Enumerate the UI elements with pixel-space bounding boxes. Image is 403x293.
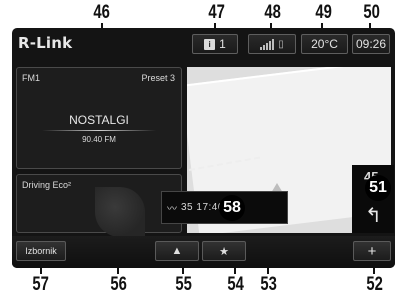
route-icon: 〰 bbox=[167, 204, 177, 215]
battery-icon: ▯ bbox=[278, 38, 284, 50]
message-icon: i bbox=[204, 38, 216, 50]
radio-preset: Preset 3 bbox=[141, 73, 175, 83]
callout-47: 47 bbox=[208, 2, 225, 23]
callout-50: 50 bbox=[363, 2, 380, 23]
signal-strength-icon bbox=[260, 38, 275, 50]
messages-count: 1 bbox=[219, 37, 226, 51]
favorites-button[interactable]: ★ bbox=[202, 241, 246, 261]
add-button[interactable]: + bbox=[353, 241, 391, 261]
menu-button[interactable]: Izbornik bbox=[16, 241, 66, 261]
turn-left-icon: ↰ bbox=[365, 205, 382, 227]
clock-status: 09:26 bbox=[352, 34, 390, 54]
radio-station-name: NOSTALGI bbox=[69, 113, 129, 127]
star-icon: ★ bbox=[219, 245, 229, 258]
radio-widget[interactable]: FM1 Preset 3 NOSTALGI 90.40 FM bbox=[16, 67, 182, 169]
plus-icon: + bbox=[367, 242, 377, 260]
navigation-arrow-icon: ▲ bbox=[171, 245, 183, 257]
messages-status-button[interactable]: i 1 bbox=[192, 34, 238, 54]
clock-value: 09:26 bbox=[355, 37, 387, 51]
eco-leaf-icon bbox=[95, 187, 145, 237]
temperature-value: 20°C bbox=[311, 37, 338, 51]
radio-divider bbox=[42, 130, 156, 131]
radio-band: FM1 bbox=[22, 73, 40, 83]
driving-eco-label: Driving Eco² bbox=[22, 180, 72, 190]
callout-49: 49 bbox=[315, 2, 332, 23]
callout-53: 53 bbox=[260, 274, 277, 293]
callout-46: 46 bbox=[93, 2, 110, 23]
driving-eco-widget[interactable]: Driving Eco² bbox=[16, 174, 182, 237]
callout-54: 54 bbox=[227, 274, 244, 293]
phone-status-button[interactable]: ▯ bbox=[248, 34, 296, 54]
callout-48: 48 bbox=[264, 2, 281, 23]
rlink-screen: R-Link i 1 ▯ 20°C 09:26 FM1 Preset 3 NOS… bbox=[12, 28, 395, 268]
navigation-button[interactable]: ▲ bbox=[155, 241, 199, 261]
callout-55: 55 bbox=[175, 274, 192, 293]
callout-57: 57 bbox=[32, 274, 49, 293]
eta-text: 35 17:40 bbox=[181, 202, 224, 213]
menu-button-label: Izbornik bbox=[25, 246, 57, 256]
radio-frequency: 90.40 FM bbox=[82, 135, 116, 144]
callout-56: 56 bbox=[110, 274, 127, 293]
brand-logo: R-Link bbox=[18, 34, 73, 52]
callout-52: 52 bbox=[366, 274, 383, 293]
callout-58: 58 bbox=[219, 195, 245, 221]
temperature-status: 20°C bbox=[301, 34, 348, 54]
callout-51: 51 bbox=[365, 175, 391, 201]
